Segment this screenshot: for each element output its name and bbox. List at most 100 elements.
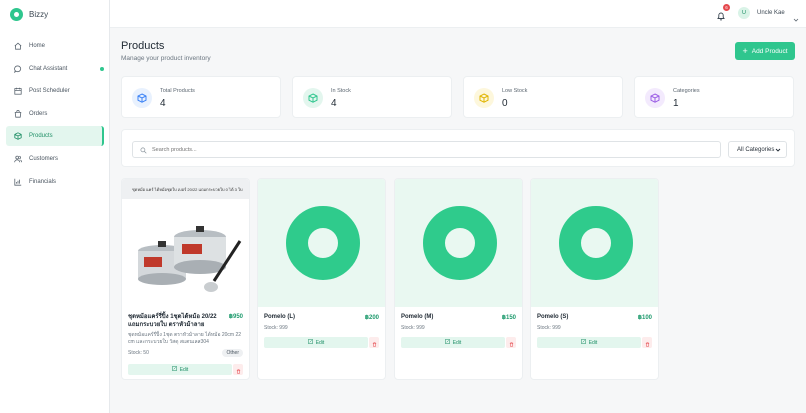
sidebar-item-chat-assistant[interactable]: Chat Assistant xyxy=(6,59,104,79)
stat-label: In Stock xyxy=(331,88,351,94)
edit-button[interactable]: Edit xyxy=(401,337,505,348)
stat-label: Categories xyxy=(673,88,700,94)
product-card: ชุดหม้อ แคร์ ได้หม้อชุดใบ เบอร์ 20/22 แถ… xyxy=(121,178,250,380)
filter-panel: All Categories xyxy=(121,129,795,167)
sidebar-item-label: Chat Assistant xyxy=(29,65,68,72)
page-subtitle: Manage your product inventory xyxy=(121,55,211,62)
notification-badge: 6 xyxy=(723,4,730,11)
sidebar-item-label: Orders xyxy=(29,110,48,117)
sidebar-item-customers[interactable]: Customers xyxy=(6,149,104,169)
product-image: ชุดหม้อ แคร์ ได้หม้อชุดใบ เบอร์ 20/22 แถ… xyxy=(122,179,249,307)
box-icon xyxy=(474,88,494,108)
edit-icon xyxy=(444,339,450,346)
product-name: Pomelo (M) xyxy=(401,314,434,320)
sidebar-item-label: Financials xyxy=(29,178,57,185)
stat-value: 4 xyxy=(160,98,166,109)
edit-label: Edit xyxy=(588,339,598,346)
trash-icon xyxy=(645,334,650,352)
category-selected-label: All Categories xyxy=(737,146,775,153)
product-description: ชุดหม้อแคร์รี่ปิ้ง 1ชุด ตราหัวม้าลาย ได้… xyxy=(128,332,242,345)
page-title: Products xyxy=(121,40,165,52)
edit-icon xyxy=(580,339,586,346)
box-icon xyxy=(14,132,22,141)
product-stock: Stock: 50 xyxy=(128,350,149,356)
users-icon xyxy=(14,155,22,163)
sidebar-item-post-scheduler[interactable]: Post Scheduler xyxy=(6,81,104,101)
stat-card-categories: Categories 1 xyxy=(634,76,794,118)
sidebar-item-label: Products xyxy=(29,133,53,140)
stat-card-in-stock: In Stock 4 xyxy=(292,76,452,118)
edit-label: Edit xyxy=(452,339,462,346)
chevron-down-icon[interactable] xyxy=(793,10,799,22)
product-price: ฿150 xyxy=(501,315,516,321)
avatar[interactable]: U xyxy=(738,7,750,19)
edit-button[interactable]: Edit xyxy=(264,337,368,348)
delete-button[interactable] xyxy=(642,337,652,348)
placeholder-ring-icon xyxy=(422,206,497,280)
user-name[interactable]: Uncle Kae xyxy=(757,10,785,16)
box-icon xyxy=(303,88,323,108)
main-content: Products Manage your product inventory +… xyxy=(110,28,806,413)
stat-label: Low Stock xyxy=(502,88,528,94)
edit-button[interactable]: Edit xyxy=(537,337,641,348)
chat-icon xyxy=(14,65,22,73)
sidebar-item-label: Customers xyxy=(29,155,59,162)
search-box[interactable] xyxy=(132,141,721,158)
search-input[interactable] xyxy=(152,146,712,153)
delete-button[interactable] xyxy=(506,337,516,348)
trash-icon xyxy=(236,361,241,379)
plus-icon: + xyxy=(742,45,748,56)
product-stock: Stock: 999 xyxy=(537,325,561,331)
box-icon xyxy=(645,88,665,108)
edit-button[interactable]: Edit xyxy=(128,364,232,375)
top-bar: 6 U Uncle Kae xyxy=(110,0,806,28)
sidebar-item-financials[interactable]: Financials xyxy=(6,172,104,192)
stat-value: 4 xyxy=(331,98,337,109)
chevron-down-icon xyxy=(775,147,781,153)
product-card: Pomelo (M) ฿150 Stock: 999 Edit xyxy=(394,178,523,380)
orders-icon xyxy=(14,109,22,118)
delete-button[interactable] xyxy=(233,364,243,375)
product-card: Pomelo (L) ฿200 Stock: 999 Edit xyxy=(257,178,386,380)
sidebar-item-label: Home xyxy=(29,43,46,49)
calendar-icon xyxy=(14,87,22,95)
trash-icon xyxy=(509,334,514,352)
product-image xyxy=(395,179,522,307)
sidebar-item-orders[interactable]: Orders xyxy=(6,104,104,124)
sidebar-item-products[interactable]: Products xyxy=(6,126,104,147)
delete-button[interactable] xyxy=(369,337,379,348)
product-name: ชุดหม้อแคร์รี่ปิ้ง 1ชุดได้หม้อ 20/22 แถม… xyxy=(128,314,217,328)
brand[interactable]: Bizzy xyxy=(10,6,48,22)
edit-label: Edit xyxy=(315,339,325,346)
stat-value: 0 xyxy=(502,98,508,109)
product-name: Pomelo (S) xyxy=(537,314,569,320)
sidebar-nav: Home Chat Assistant Post Scheduler Order… xyxy=(6,36,104,194)
category-select[interactable]: All Categories xyxy=(728,141,787,158)
edit-icon xyxy=(171,366,177,373)
category-tag: Other xyxy=(222,349,243,357)
sidebar-item-label: Post Scheduler xyxy=(29,88,70,95)
stat-value: 1 xyxy=(673,98,679,109)
home-icon xyxy=(14,42,22,50)
box-icon xyxy=(132,88,152,108)
product-image-banner: ชุดหม้อ แคร์ ได้หม้อชุดใบ เบอร์ 20/22 แถ… xyxy=(122,179,249,199)
status-dot xyxy=(100,66,104,71)
product-price: ฿100 xyxy=(637,315,652,321)
stat-card-low-stock: Low Stock 0 xyxy=(463,76,623,118)
search-icon xyxy=(140,141,147,159)
product-stock: Stock: 999 xyxy=(401,325,425,331)
stat-card-total-products: Total Products 4 xyxy=(121,76,281,118)
edit-label: Edit xyxy=(179,366,189,373)
placeholder-ring-icon xyxy=(558,206,633,280)
add-product-label: Add Product xyxy=(751,47,788,55)
sidebar-item-home[interactable]: Home xyxy=(6,36,104,56)
chart-icon xyxy=(14,178,22,186)
add-product-button[interactable]: + Add Product xyxy=(735,42,795,60)
product-card: Pomelo (S) ฿100 Stock: 999 Edit xyxy=(530,178,659,380)
product-image xyxy=(258,179,385,307)
product-image xyxy=(531,179,658,307)
product-name: Pomelo (L) xyxy=(264,314,295,320)
product-price: ฿200 xyxy=(364,315,379,321)
placeholder-ring-icon xyxy=(285,206,360,280)
product-price: ฿950 xyxy=(228,314,243,320)
